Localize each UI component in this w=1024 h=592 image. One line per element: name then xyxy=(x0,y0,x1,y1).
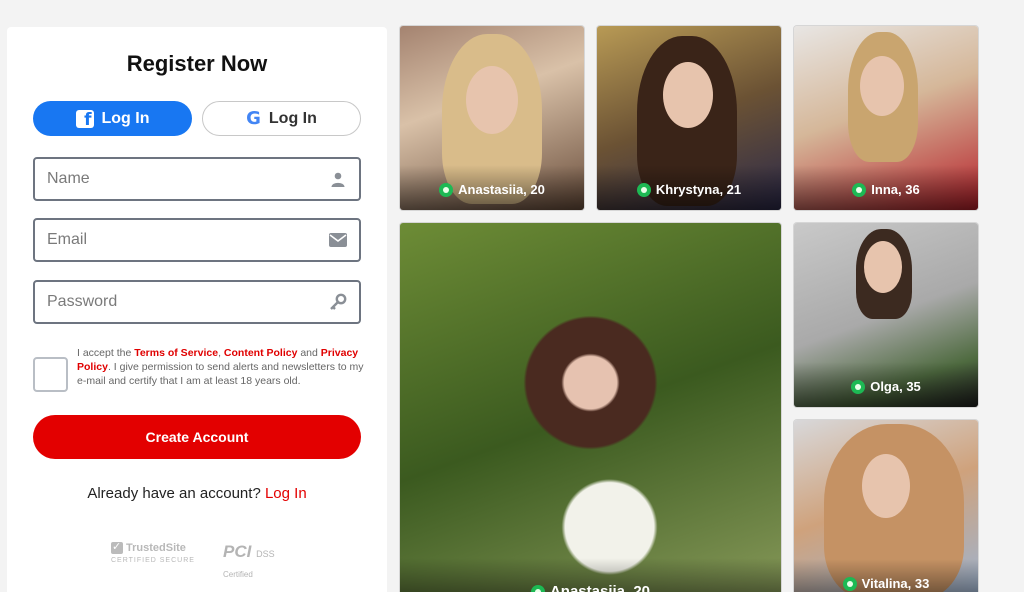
terms-suffix: . I give permission to send alerts and n… xyxy=(77,361,364,387)
webcam-icon xyxy=(851,379,866,394)
facebook-login-label: Log In xyxy=(101,109,150,127)
google-login-button[interactable]: G Log In xyxy=(202,101,361,136)
email-input[interactable] xyxy=(47,231,329,249)
profile-face xyxy=(860,56,904,116)
register-title: Register Now xyxy=(126,51,268,76)
terms-and: and xyxy=(297,347,321,359)
profile-card[interactable]: Khrystyna, 21 xyxy=(597,26,781,210)
profile-card[interactable]: Vitalina, 33 xyxy=(794,420,978,592)
pci-dss-badge: PCI DSS Certified xyxy=(223,542,275,582)
password-input[interactable] xyxy=(47,293,329,311)
webcam-icon xyxy=(439,182,454,197)
profile-face xyxy=(466,66,518,134)
login-link[interactable]: Log In xyxy=(265,485,307,502)
google-icon: G xyxy=(246,108,261,129)
email-field xyxy=(33,218,361,262)
profile-label: Olga, 35 xyxy=(794,379,978,394)
terms-checkbox[interactable] xyxy=(33,357,68,392)
already-account-text: Already have an account? Log In xyxy=(7,485,387,502)
pci-label: PCI xyxy=(223,542,252,561)
create-account-button[interactable]: Create Account xyxy=(33,415,361,459)
profile-label: Khrystyna, 21 xyxy=(597,182,781,197)
profile-name: Olga, 35 xyxy=(870,379,921,394)
webcam-icon xyxy=(852,182,867,197)
profile-card[interactable]: Olga, 35 xyxy=(794,223,978,407)
envelope-icon xyxy=(329,231,347,249)
google-login-label: Log In xyxy=(268,109,317,127)
terms-prefix: I accept the xyxy=(77,347,135,359)
profile-label: Anastasiia, 20 xyxy=(400,583,781,592)
profile-face xyxy=(663,62,713,128)
profile-label: Anastasiia, 20 xyxy=(400,182,584,197)
facebook-login-button[interactable]: Log In xyxy=(33,101,192,136)
profile-name: Anastasiia, 20 xyxy=(549,583,651,592)
check-icon xyxy=(111,540,123,554)
profile-card[interactable]: Anastasiia, 20 xyxy=(400,26,584,210)
profile-label: Inna, 36 xyxy=(794,182,978,197)
dss-label: DSS xyxy=(256,549,275,559)
content-policy-link[interactable]: Content Policy xyxy=(224,347,298,359)
facebook-icon xyxy=(75,109,94,130)
webcam-icon xyxy=(842,576,857,591)
name-input[interactable] xyxy=(47,170,329,188)
name-field xyxy=(33,157,361,201)
profile-name: Vitalina, 33 xyxy=(861,576,930,591)
already-label: Already have an account? xyxy=(87,485,265,502)
certified-secure-label: CERTIFIED SECURE xyxy=(111,557,195,564)
profile-face xyxy=(862,454,910,518)
user-icon xyxy=(329,170,347,188)
trusted-site-label: TrustedSite xyxy=(126,542,186,554)
trustedsite-badge: TrustedSite CERTIFIED SECURE xyxy=(111,540,195,564)
profile-name: Khrystyna, 21 xyxy=(655,182,742,197)
webcam-icon xyxy=(636,182,651,197)
pci-certified-label: Certified xyxy=(223,570,253,579)
profile-name: Inna, 36 xyxy=(871,182,920,197)
profile-name: Anastasiia, 20 xyxy=(458,182,545,197)
password-field xyxy=(33,280,361,324)
terms-text: I accept the Terms of Service, Content P… xyxy=(77,346,367,388)
profile-label: Vitalina, 33 xyxy=(794,576,978,591)
terms-of-service-link[interactable]: Terms of Service xyxy=(134,347,218,359)
profile-face xyxy=(864,241,902,293)
profile-card-featured[interactable]: Anastasiia, 20 xyxy=(400,223,781,592)
profile-card[interactable]: Inna, 36 xyxy=(794,26,978,210)
register-panel: Register Now Log In G Log In I accept th… xyxy=(7,27,387,592)
webcam-icon xyxy=(530,584,545,592)
key-icon xyxy=(329,293,347,311)
